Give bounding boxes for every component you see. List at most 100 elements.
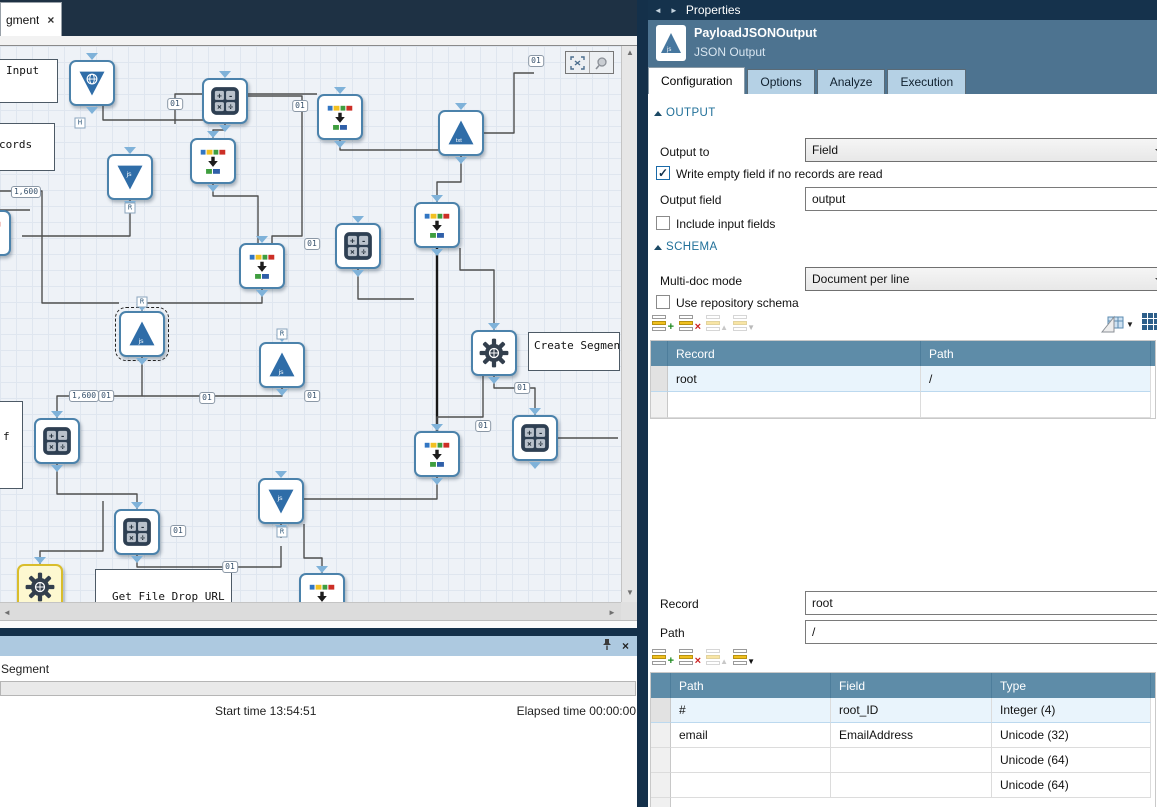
use-repo-schema-checkbox[interactable] [656, 295, 670, 309]
tab-configuration[interactable]: Configuration [648, 67, 745, 94]
schema-section-header[interactable]: SCHEMA [654, 241, 718, 253]
output-section-header[interactable]: OUTPUT [654, 107, 716, 119]
table-row[interactable]: Unicode (64) [651, 748, 1155, 773]
scroll-left-icon[interactable]: ◄ [0, 608, 14, 617]
table-cell[interactable]: / [921, 366, 1151, 392]
annotation-box[interactable]: Get File Drop URL [95, 569, 232, 602]
output-field-input[interactable]: output [805, 187, 1157, 211]
column-header-type[interactable]: Type [992, 673, 1151, 698]
map-node[interactable] [414, 431, 460, 477]
row-selector[interactable] [651, 723, 671, 748]
add-row-icon[interactable]: + [652, 314, 674, 333]
input-port-icon[interactable] [316, 566, 328, 573]
annotation-box[interactable]: Input [0, 59, 58, 103]
json-input-node[interactable]: js [107, 154, 153, 200]
web-input-node[interactable] [69, 60, 115, 106]
calc-node[interactable]: +-×÷ [114, 509, 160, 555]
input-port-icon[interactable] [529, 408, 541, 415]
column-header-path[interactable]: Path [921, 341, 1151, 366]
tab-options[interactable]: Options [747, 69, 814, 94]
diagram-surface[interactable]: +-×÷txtjs+-×÷jsjs+-×÷+-×÷js+-×÷Inputcord… [0, 46, 621, 602]
json-input-node[interactable]: js [258, 478, 304, 524]
table-row[interactable] [651, 392, 1155, 418]
delete-row-icon[interactable]: × [679, 648, 701, 667]
output-port-icon[interactable] [136, 358, 148, 365]
table-cell[interactable] [831, 748, 992, 773]
annotation-box[interactable]: cords [0, 123, 55, 171]
column-header-record[interactable]: Record [668, 341, 921, 366]
row-selector[interactable] [651, 698, 671, 723]
table-cell[interactable]: Integer (4) [992, 698, 1151, 723]
map-node[interactable] [0, 210, 11, 256]
include-input-checkbox[interactable] [656, 216, 670, 230]
output-port-icon[interactable] [431, 249, 443, 256]
table-row[interactable]: emailEmailAddressUnicode (32) [651, 723, 1155, 748]
table-cell[interactable] [921, 392, 1151, 418]
input-port-icon[interactable] [431, 424, 443, 431]
map-node[interactable] [414, 202, 460, 248]
table-cell[interactable] [831, 773, 992, 798]
table-cell[interactable]: # [671, 698, 831, 723]
table-cell[interactable]: email [671, 723, 831, 748]
input-port-icon[interactable] [488, 323, 500, 330]
table-row[interactable]: #root_IDInteger (4) [651, 698, 1155, 723]
path-input[interactable]: / [805, 620, 1157, 644]
output-port-icon[interactable] [276, 389, 288, 396]
output-port-icon[interactable] [256, 290, 268, 297]
nav-back-icon[interactable]: ◄ [654, 6, 664, 15]
gear-node[interactable] [471, 330, 517, 376]
grid-view-icon[interactable] [1142, 313, 1157, 333]
move-up-icon[interactable]: ▲ [706, 648, 728, 667]
json-output-node[interactable]: js [259, 342, 305, 388]
canvas-vertical-scrollbar[interactable]: ▲ ▼ [621, 46, 637, 602]
multidoc-dropdown[interactable]: Document per line [805, 267, 1157, 291]
output-port-icon[interactable] [455, 157, 467, 164]
map-node[interactable] [239, 243, 285, 289]
output-port-icon[interactable] [334, 141, 346, 148]
row-selector[interactable] [651, 392, 668, 418]
json-output-node[interactable]: js [119, 311, 165, 357]
calc-node[interactable]: +-×÷ [202, 78, 248, 124]
input-port-icon[interactable] [34, 557, 46, 564]
output-port-icon[interactable] [207, 185, 219, 192]
output-port-icon[interactable] [352, 270, 364, 277]
output-port-icon[interactable] [86, 107, 98, 114]
column-header-path[interactable]: Path [671, 673, 831, 698]
input-port-icon[interactable] [219, 71, 231, 78]
calc-node[interactable]: +-×÷ [512, 415, 558, 461]
input-port-icon[interactable] [455, 103, 467, 110]
table-cell[interactable] [671, 773, 831, 798]
flow-canvas[interactable]: +-×÷txtjs+-×÷jsjs+-×÷+-×÷js+-×÷Inputcord… [0, 45, 637, 628]
annotation-box[interactable]: f [0, 401, 23, 489]
calc-node[interactable]: +-×÷ [335, 223, 381, 269]
table-cell[interactable] [671, 748, 831, 773]
table-row[interactable]: Unicode (64) [651, 773, 1155, 798]
vertical-splitter[interactable] [637, 0, 648, 807]
scroll-down-icon[interactable]: ▼ [622, 588, 638, 597]
close-panel-icon[interactable]: × [622, 639, 629, 653]
input-port-icon[interactable] [334, 87, 346, 94]
canvas-horizontal-scrollbar[interactable]: ◄ ► [0, 602, 621, 620]
row-selector[interactable] [651, 773, 671, 798]
table-cell[interactable] [668, 392, 921, 418]
move-up-icon[interactable]: ▲ [706, 314, 728, 333]
output-port-icon[interactable] [529, 462, 541, 469]
write-empty-checkbox[interactable]: ✓ [656, 166, 670, 180]
row-selector[interactable] [651, 366, 668, 392]
delete-row-icon[interactable]: × [679, 314, 701, 333]
map-node[interactable] [190, 138, 236, 184]
gear-node[interactable] [17, 564, 63, 602]
output-port-icon[interactable] [219, 125, 231, 132]
table-cell[interactable]: Unicode (64) [992, 748, 1151, 773]
input-port-icon[interactable] [256, 236, 268, 243]
output-port-icon[interactable] [131, 556, 143, 563]
input-port-icon[interactable] [275, 471, 287, 478]
pin-icon[interactable] [602, 638, 612, 654]
tab-execution[interactable]: Execution [887, 69, 966, 94]
horizontal-splitter[interactable] [0, 628, 637, 636]
auto-map-icon[interactable]: ▼ [1100, 315, 1134, 334]
input-port-icon[interactable] [86, 53, 98, 60]
input-port-icon[interactable] [131, 502, 143, 509]
map-node[interactable] [317, 94, 363, 140]
output-port-icon[interactable] [488, 377, 500, 384]
